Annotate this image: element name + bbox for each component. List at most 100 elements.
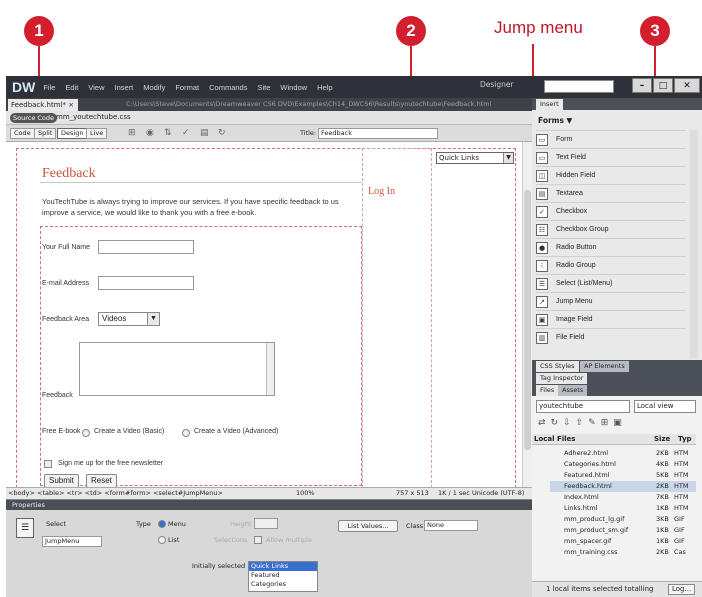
file-row[interactable]: mm_spacer.gif 1KB GIF [550,536,696,547]
log-button[interactable]: Log... [668,584,696,595]
list-item[interactable]: Categories [249,580,317,589]
site-select[interactable]: youtechtube [536,400,630,413]
feedback-area-select[interactable]: Videos ▼ [98,312,160,326]
right-panels: Insert Forms ▼ ▭ Form ▭ Text Field ◫ Hidden… [532,98,702,597]
local-files-header[interactable]: Local Files [534,434,575,445]
multiscreen-icon[interactable]: ⊞ [128,128,136,138]
window-size[interactable]: 757 x 513 [396,488,429,499]
menu-commands[interactable]: Commands [209,83,247,92]
workspace-switcher[interactable]: Designer [480,80,514,89]
chevron-down-icon[interactable]: ▼ [503,153,513,163]
initially-selected-list[interactable]: Quick Links Featured Categories [248,561,318,592]
view-select[interactable]: Local view [634,400,696,413]
tab-assets[interactable]: Assets [558,385,588,396]
class-select[interactable]: None [424,520,478,531]
insert-checkbox[interactable]: ✓ Checkbox [536,202,686,220]
code-view-button[interactable]: Code [10,128,35,139]
type-list-radio[interactable] [158,536,166,544]
newsletter-checkbox[interactable] [44,460,52,468]
allow-multiple-checkbox[interactable] [254,536,262,544]
help-search-input[interactable] [544,80,614,93]
menu-window[interactable]: Window [280,83,307,92]
close-button[interactable]: ✕ [674,78,700,93]
insert-scrollbar[interactable] [690,130,698,358]
tab-files[interactable]: Files [536,385,559,396]
zoom-level[interactable]: 100% [296,488,315,499]
insert-hidden-field[interactable]: ◫ Hidden Field [536,166,686,184]
submit-button[interactable]: Submit [44,474,79,488]
design-canvas[interactable]: Feedback YouTechTube is always trying to… [6,142,522,488]
source-code-button[interactable]: Source Code [10,113,58,123]
canvas-scrollbar[interactable] [522,142,532,487]
menu-file[interactable]: File [43,83,55,92]
tab-ap-elements[interactable]: AP Elements [580,361,629,372]
reset-button[interactable]: Reset [86,474,117,488]
preview-icon[interactable]: ◉ [146,128,154,138]
list-item[interactable]: Quick Links [249,562,317,571]
live-view-button[interactable]: Live [86,128,108,139]
file-row[interactable]: Index.html 7KB HTM [550,492,696,503]
insert-radio-button[interactable]: ● Radio Button [536,238,686,256]
design-view-button[interactable]: Design [57,128,88,139]
tab-feedback[interactable]: Feedback.html* × [8,99,78,111]
chevron-down-icon[interactable]: ▼ [147,313,159,325]
maximize-button[interactable]: □ [653,78,673,93]
menu-format[interactable]: Format [175,83,199,92]
insert-text-field[interactable]: ▭ Text Field [536,148,686,166]
email-field[interactable] [98,276,194,290]
menu-insert[interactable]: Insert [114,83,133,92]
file-row[interactable]: Links.html 1KB HTM [550,503,696,514]
file-toolbar-icons[interactable]: ⇄↻⇩⇧✎⊞▣ [538,418,627,428]
insert-image-field[interactable]: ▣ Image Field [536,310,686,328]
textarea-scrollbar[interactable] [266,343,274,395]
insert-file-field[interactable]: ▥ File Field [536,328,686,346]
css-file-link[interactable]: mm_youtechtube.css [56,113,131,121]
tab-css-styles[interactable]: CSS Styles [536,361,579,372]
jump-menu-select[interactable]: Quick Links ▼ [436,152,514,164]
menu-view[interactable]: View [88,83,104,92]
scroll-thumb[interactable] [524,190,531,450]
insert-checkbox-group[interactable]: ☷ Checkbox Group [536,220,686,238]
login-link[interactable]: Log In [368,186,395,197]
full-name-field[interactable] [98,240,194,254]
height-field[interactable] [254,518,278,529]
visual-aids-icon[interactable]: ▤ [200,128,209,138]
refresh-icon[interactable]: ↻ [218,128,226,138]
file-row[interactable]: Adhere2.html 2KB HTM [550,448,696,459]
radio-basic[interactable] [82,429,90,437]
select-name-field[interactable]: JumpMenu [42,536,102,547]
list-item[interactable]: Featured [249,571,317,580]
radio-icon: ● [536,241,548,254]
file-row[interactable]: Featured.html 5KB HTM [550,470,696,481]
feedback-area-value: Videos [102,314,127,323]
insert-form[interactable]: ▭ Form [536,130,686,148]
file-management-icon[interactable]: ⇅ [164,128,172,138]
insert-jump-menu[interactable]: ↗ Jump Menu [536,292,686,310]
tab-insert[interactable]: Insert [536,99,563,110]
tag-selector[interactable]: <body> <table> <tr> <td> <form#form> <se… [8,488,223,499]
insert-radio-group[interactable]: ⁝ Radio Group [536,256,686,274]
insert-select[interactable]: ☰ Select (List/Menu) [536,274,686,292]
title-input[interactable]: Feedback [318,128,438,139]
type-menu-radio[interactable] [158,520,166,528]
insert-textarea[interactable]: ▤ Textarea [536,184,686,202]
menu-modify[interactable]: Modify [143,83,165,92]
menu-site[interactable]: Site [257,83,270,92]
minimize-button[interactable]: – [632,78,652,93]
radio-advanced[interactable] [182,429,190,437]
insert-category[interactable]: Forms ▼ [538,116,572,125]
file-row[interactable]: mm_training.css 2KB Cas [550,547,696,558]
file-row-selected[interactable]: Feedback.html 2KB HTM [550,481,696,492]
check-icon[interactable]: ✓ [182,128,190,138]
size-header[interactable]: Size [654,434,670,445]
split-view-button[interactable]: Split [34,128,57,139]
file-row[interactable]: Categories.html 4KB HTM [550,459,696,470]
feedback-textarea[interactable] [79,342,275,396]
type-header[interactable]: Typ [678,434,692,445]
tab-tag-inspector[interactable]: Tag Inspector [536,373,588,384]
menu-edit[interactable]: Edit [65,83,78,92]
menu-help[interactable]: Help [317,83,332,92]
file-row[interactable]: mm_product_lg.gif 3KB GIF [550,514,696,525]
list-values-button[interactable]: List Values... [338,520,398,532]
file-row[interactable]: mm_product_sm.gif 1KB GIF [550,525,696,536]
